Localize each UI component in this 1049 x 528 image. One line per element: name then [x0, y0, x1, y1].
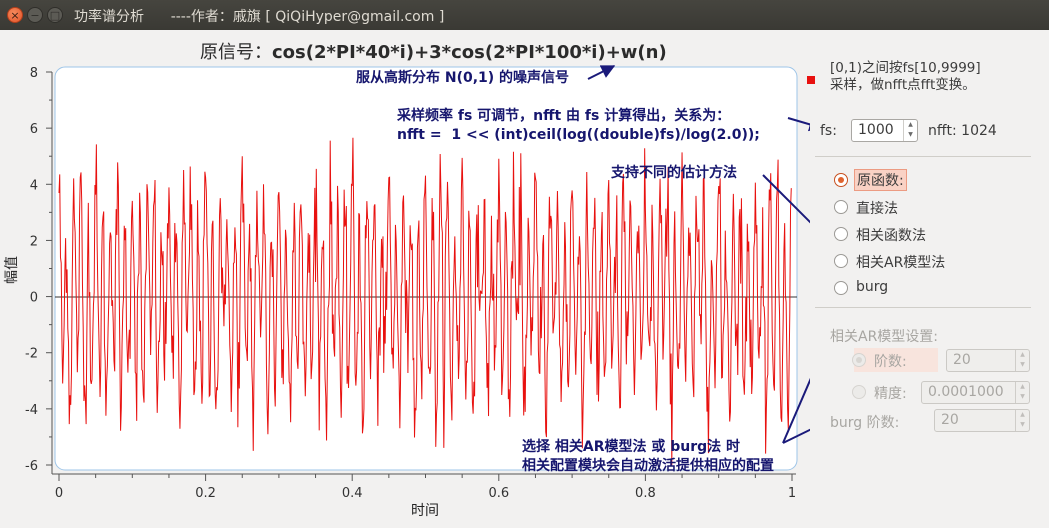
- radio-button[interactable]: [834, 200, 848, 214]
- radio-button[interactable]: [834, 173, 848, 187]
- title-bar: × − □ 功率谱分析 ----作者：戚旗 [ QiQiHyper@gmail.…: [0, 0, 1049, 30]
- x-tick-label: 1: [788, 486, 796, 501]
- x-axis-label: 时间: [411, 503, 439, 519]
- chevron-down-icon[interactable]: ▼: [904, 130, 917, 140]
- x-tick-label: 0: [55, 486, 63, 501]
- x-tick-label: 0.6: [488, 486, 509, 501]
- chevron-up-icon[interactable]: ▲: [1016, 410, 1029, 420]
- precision-label: 精度:: [874, 386, 907, 402]
- order-spinbox[interactable]: 20 ▲ ▼: [946, 349, 1030, 372]
- chevron-up-icon[interactable]: ▲: [1016, 350, 1029, 360]
- radio-button[interactable]: [852, 385, 866, 399]
- radio-label: 相关函数法: [856, 228, 926, 244]
- fs-stepper[interactable]: ▲ ▼: [903, 120, 917, 141]
- radio-label: 原函数:: [854, 169, 907, 191]
- precision-value: 0.0001000: [928, 384, 1004, 400]
- divider: [815, 307, 1031, 308]
- radio-button[interactable]: [852, 353, 866, 367]
- annotation-sampling-2: nfft = 1 << (int)ceil(log((double)fs)/lo…: [397, 127, 760, 143]
- chevron-up-icon[interactable]: ▲: [1016, 382, 1029, 392]
- y-tick-label: -2: [25, 347, 38, 362]
- settings-panel: [0,1)之间按fs[10,9999] 采样，做nfft点fft变换。 fs: …: [807, 30, 1049, 528]
- fs-value: 1000: [858, 122, 894, 138]
- maximize-icon: □: [49, 9, 61, 22]
- maximize-button[interactable]: □: [47, 7, 63, 23]
- order-stepper[interactable]: ▲ ▼: [1015, 350, 1029, 371]
- divider: [815, 156, 1031, 157]
- x-ticks: 0 0.2 0.4 0.6 0.8 1: [55, 474, 796, 501]
- radio-button[interactable]: [834, 227, 848, 241]
- app-window: × − □ 功率谱分析 ----作者：戚旗 [ QiQiHyper@gmail.…: [0, 0, 1049, 528]
- y-axis-label: 幅值: [4, 256, 20, 284]
- chevron-down-icon[interactable]: ▼: [1016, 392, 1029, 402]
- radio-label: 直接法: [856, 201, 898, 217]
- indicator-square: [807, 76, 815, 84]
- minimize-button[interactable]: −: [27, 7, 43, 23]
- annotation-config-1: 选择 相关AR模型法 或 burg法 时: [522, 439, 741, 455]
- x-tick-label: 0.4: [342, 486, 363, 501]
- annotation-sampling-1: 采样频率 fs 可调节，nfft 由 fs 计算得出，关系为：: [397, 108, 731, 124]
- precision-stepper[interactable]: ▲ ▼: [1015, 382, 1029, 403]
- y-tick-label: 0: [30, 291, 38, 306]
- nfft-label: nfft: 1024: [928, 123, 997, 139]
- radio-button[interactable]: [834, 281, 848, 295]
- y-tick-label: -6: [25, 459, 38, 474]
- x-tick-label: 0.8: [635, 486, 656, 501]
- minimize-icon: −: [30, 9, 40, 22]
- order-label: 阶数:: [874, 354, 907, 370]
- burg-order-stepper[interactable]: ▲ ▼: [1015, 410, 1029, 431]
- burg-order-label: burg 阶数:: [830, 415, 900, 431]
- fs-label: fs:: [820, 123, 837, 139]
- precision-spinbox[interactable]: 0.0001000 ▲ ▼: [921, 381, 1030, 404]
- radio-label: 相关AR模型法: [856, 255, 946, 271]
- window-title: 功率谱分析 ----作者：戚旗 [ QiQiHyper@gmail.com ]: [74, 9, 445, 25]
- annotation-noise: 服从高斯分布 N(0,1) 的噪声信号: [356, 70, 570, 86]
- x-tick-label: 0.2: [195, 486, 216, 501]
- radio-button[interactable]: [834, 254, 848, 268]
- radio-label: burg: [856, 279, 889, 295]
- y-tick-label: 4: [30, 178, 38, 193]
- burg-order-value: 20: [941, 412, 959, 428]
- sample-note-line-2: 采样，做nfft点fft变换。: [830, 77, 976, 93]
- y-tick-label: 2: [30, 234, 38, 249]
- chevron-down-icon[interactable]: ▼: [1016, 360, 1029, 370]
- y-tick-label: 6: [30, 122, 38, 137]
- y-ticks: 8 6 4 2 0 -2 -4 -6: [25, 66, 52, 474]
- annotation-config-2: 相关配置模块会自动激活提供相应的配置: [522, 458, 774, 474]
- y-tick-label: 8: [30, 66, 38, 81]
- close-icon: ×: [10, 9, 20, 22]
- order-value: 20: [953, 352, 971, 368]
- fs-spinbox[interactable]: 1000 ▲ ▼: [851, 119, 918, 142]
- chevron-up-icon[interactable]: ▲: [904, 120, 917, 130]
- burg-order-spinbox[interactable]: 20 ▲ ▼: [934, 409, 1030, 432]
- sample-note: [0,1)之间按fs[10,9999] 采样，做nfft点fft变换。: [830, 60, 981, 94]
- y-tick-label: -4: [25, 403, 38, 418]
- close-button[interactable]: ×: [7, 7, 23, 23]
- chevron-down-icon[interactable]: ▼: [1016, 420, 1029, 430]
- annotation-methods: 支持不同的估计方法: [611, 165, 737, 181]
- sample-note-line-1: [0,1)之间按fs[10,9999]: [830, 60, 981, 76]
- ar-settings-title: 相关AR模型设置:: [830, 329, 939, 345]
